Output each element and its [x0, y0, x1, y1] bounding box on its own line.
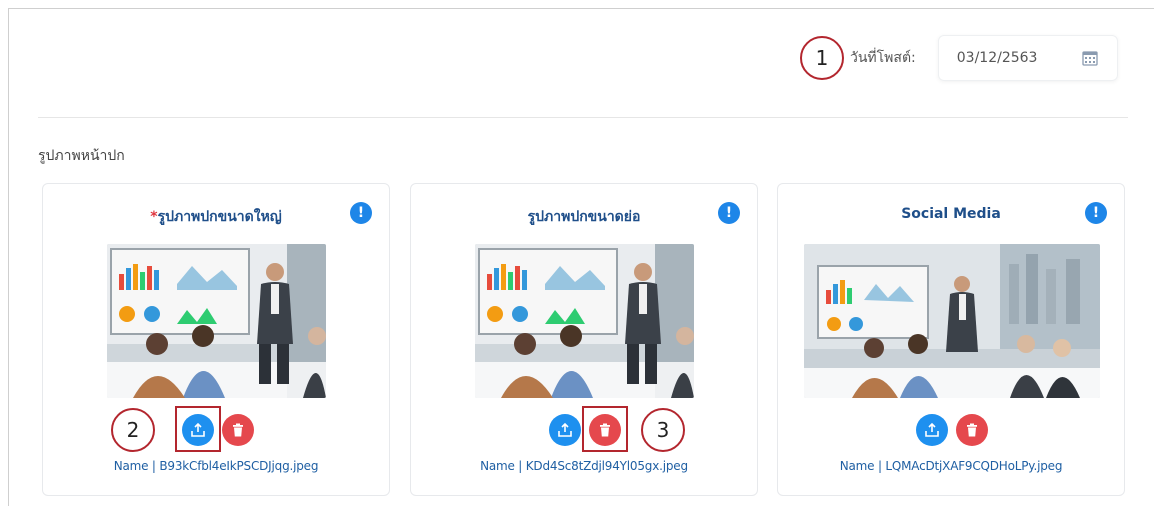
cover-image-card-large: *รูปภาพปกขนาดใหญ่ ! 2 Name | B93kCfbl4eI… [42, 183, 390, 496]
post-date-label: วันที่โพสต์: [850, 50, 916, 66]
info-icon[interactable]: ! [718, 202, 740, 224]
info-icon[interactable]: ! [350, 202, 372, 224]
panel-top-border [8, 8, 1154, 9]
upload-icon [191, 422, 205, 437]
file-name: Name | B93kCfbl4eIkPSCDJjqg.jpeg [113, 459, 319, 473]
file-name: Name | KDd4Sc8tZdjl94Yl05gx.jpeg [480, 459, 688, 473]
cover-image-thumbnail [804, 244, 1100, 398]
callout-number-1: 1 [800, 36, 844, 80]
upload-button[interactable] [549, 414, 581, 446]
card-title-text: Social Media [901, 206, 1001, 222]
card-title: รูปภาพปกขนาดย่อ [411, 206, 757, 228]
calendar-icon[interactable] [1081, 49, 1099, 67]
cover-image-card-social-media: Social Media ! Name | LQMAcDtjXAF9CQDHoL… [777, 183, 1125, 496]
post-date-input[interactable]: 03/12/2563 [937, 35, 1118, 81]
card-title: *รูปภาพปกขนาดใหญ่ [43, 206, 389, 228]
info-icon[interactable]: ! [1085, 202, 1107, 224]
delete-button[interactable] [222, 414, 254, 446]
section-title: รูปภาพหน้าปก [38, 148, 125, 164]
upload-icon [925, 422, 939, 437]
card-title-text: รูปภาพปกขนาดย่อ [527, 209, 641, 225]
cover-image-thumbnail [475, 244, 694, 398]
callout-number-2: 2 [111, 408, 155, 452]
required-mark: * [150, 209, 158, 225]
card-title-text: รูปภาพปกขนาดใหญ่ [157, 209, 282, 225]
delete-button[interactable] [589, 414, 621, 446]
upload-button[interactable] [916, 414, 948, 446]
trash-icon [233, 423, 243, 437]
upload-icon [558, 422, 572, 437]
post-date-row: 1 วันที่โพสต์: 03/12/2563 [800, 30, 1118, 86]
card-title: Social Media [778, 206, 1124, 222]
panel-left-border [8, 8, 9, 506]
cover-image-thumbnail [107, 244, 326, 398]
upload-button[interactable] [182, 414, 214, 446]
file-name: Name | LQMAcDtjXAF9CQDHoLPy.jpeg [839, 459, 1063, 473]
section-divider [38, 117, 1128, 118]
cover-image-card-small: รูปภาพปกขนาดย่อ ! 3 Name | KDd4Sc8tZdjl9… [410, 183, 758, 496]
trash-icon [967, 423, 977, 437]
trash-icon [600, 423, 610, 437]
post-date-value: 03/12/2563 [956, 50, 1038, 66]
delete-button[interactable] [956, 414, 988, 446]
callout-number-3: 3 [641, 408, 685, 452]
